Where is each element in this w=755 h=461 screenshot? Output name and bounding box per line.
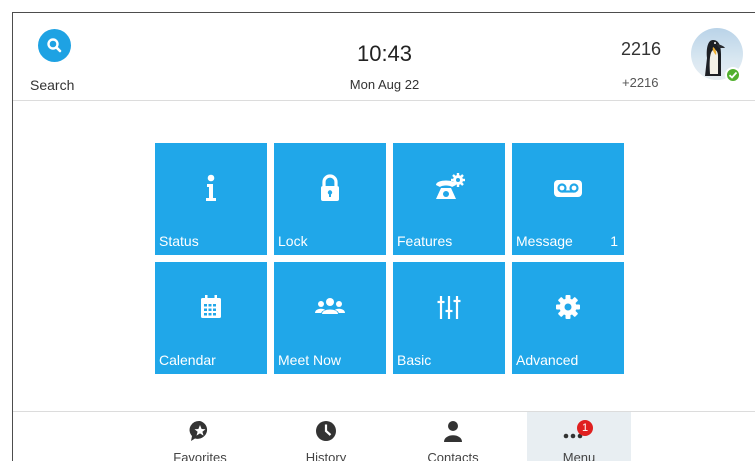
tile-features[interactable]: Features (393, 143, 505, 255)
tile-meet-now[interactable]: Meet Now (274, 262, 386, 374)
message-count: 1 (610, 233, 618, 249)
favorites-icon (148, 420, 252, 442)
voicemail-icon (512, 173, 624, 203)
nav-menu[interactable]: 1 Menu (527, 412, 631, 461)
calendar-icon (155, 292, 267, 322)
tile-advanced-label: Advanced (516, 352, 579, 368)
nav-menu-label: Menu (562, 450, 596, 461)
phone-screen: Search 10:43 Mon Aug 22 2216 +2216 Statu… (0, 0, 755, 461)
menu-notification-badge: 1 (577, 420, 593, 436)
tile-calendar-label: Calendar (159, 352, 216, 368)
tile-lock[interactable]: Lock (274, 143, 386, 255)
clock-time: 10:43 (356, 41, 413, 66)
tile-basic[interactable]: Basic (393, 262, 505, 374)
gear-icon (512, 292, 624, 322)
tile-basic-label: Basic (397, 352, 432, 368)
tile-message[interactable]: Message 1 (512, 143, 624, 255)
search-icon (38, 29, 71, 62)
search-label: Search (30, 77, 75, 93)
tile-advanced[interactable]: Advanced (512, 262, 624, 374)
tile-meet-now-label: Meet Now (278, 352, 342, 368)
bottom-divider (13, 411, 755, 412)
search-button[interactable]: Search (30, 29, 82, 95)
tile-lock-label: Lock (278, 233, 308, 249)
tile-features-label: Features (397, 233, 453, 249)
group-icon (274, 292, 386, 322)
tile-calendar[interactable]: Calendar (155, 262, 267, 374)
nav-history-label: History (305, 450, 347, 461)
lock-icon (274, 173, 386, 203)
nav-favorites-label: Favorites (173, 450, 227, 461)
presence-online-icon (725, 67, 741, 83)
account-extension: +2216 (622, 75, 659, 90)
tile-status[interactable]: Status (155, 143, 267, 255)
clock-icon (274, 420, 378, 442)
account-number: 2216 (621, 39, 662, 59)
status-header: Search 10:43 Mon Aug 22 2216 +2216 (13, 13, 755, 100)
nav-favorites[interactable]: Favorites (148, 412, 252, 461)
tile-status-label: Status (159, 233, 199, 249)
screen-frame: Search 10:43 Mon Aug 22 2216 +2216 Statu… (12, 12, 755, 461)
nav-history[interactable]: History (274, 412, 378, 461)
tile-message-label: Message (516, 233, 573, 249)
header-divider (13, 100, 755, 101)
nav-contacts[interactable]: Contacts (401, 412, 505, 461)
phone-gear-icon (393, 173, 505, 203)
clock-date: Mon Aug 22 (349, 77, 420, 92)
nav-contacts-label: Contacts (427, 450, 479, 461)
person-icon (401, 420, 505, 442)
sliders-icon (393, 292, 505, 322)
info-icon (155, 173, 267, 203)
